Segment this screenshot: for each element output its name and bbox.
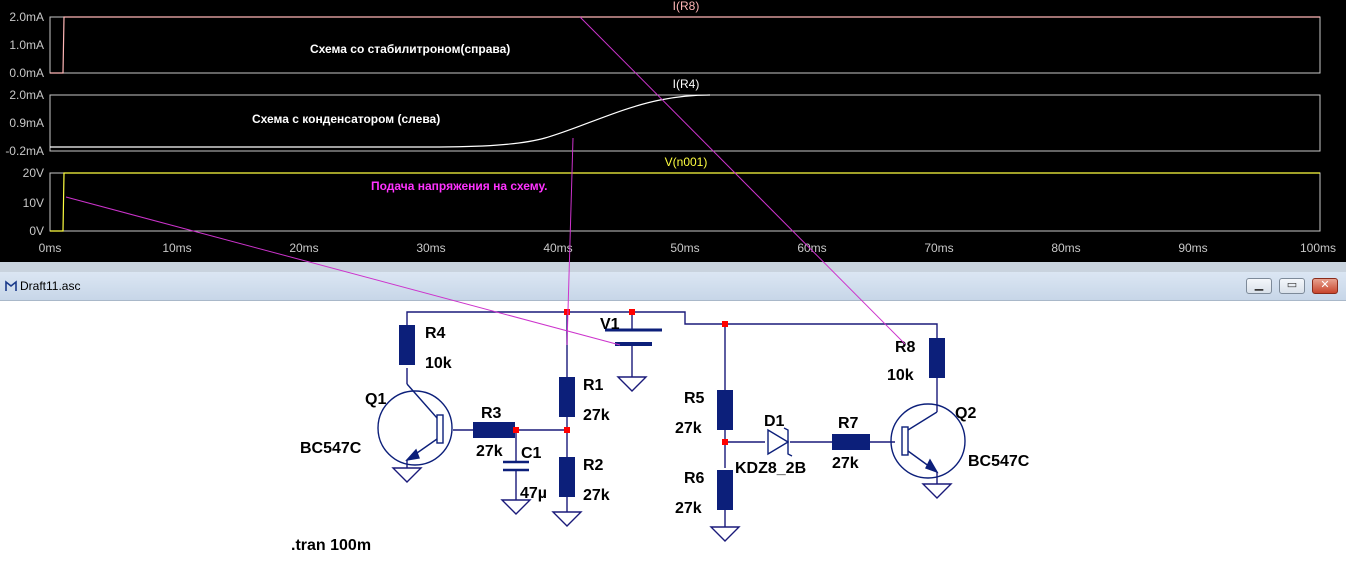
y-tick: 0.0mA <box>9 66 44 80</box>
transistor-q1[interactable] <box>377 383 453 466</box>
y-tick: 10V <box>23 196 44 210</box>
diode-d1[interactable] <box>767 427 793 457</box>
ground-icon <box>921 483 953 499</box>
capacitor-c1[interactable] <box>503 460 529 472</box>
x-tick: 30ms <box>416 241 445 255</box>
label-r8: R8 <box>895 339 916 356</box>
label-r4: R4 <box>425 325 446 342</box>
x-axis: 0ms 10ms 20ms 30ms 40ms 50ms 60ms 70ms 8… <box>39 241 1336 255</box>
label-v1: V1 <box>600 316 620 333</box>
x-tick: 50ms <box>670 241 699 255</box>
resistor-r2[interactable] <box>559 457 575 497</box>
pane-i-r8[interactable]: 2.0mA 1.0mA 0.0mA I(R8) Схема со стабили… <box>9 0 1321 80</box>
label-r2: R2 <box>583 457 604 474</box>
resistor-r7[interactable] <box>832 434 870 450</box>
trace-v-n001 <box>50 172 1320 232</box>
x-tick: 90ms <box>1178 241 1207 255</box>
label-d1: D1 <box>764 413 785 430</box>
y-tick: 0V <box>29 224 44 238</box>
trace-label-i-r8[interactable]: I(R8) <box>673 0 700 13</box>
y-tick: 1.0mA <box>9 38 44 52</box>
ground-icon <box>709 526 741 542</box>
x-tick: 0ms <box>39 241 62 255</box>
transistor-q2[interactable] <box>890 403 966 479</box>
window-separator <box>0 262 1346 272</box>
x-tick: 20ms <box>289 241 318 255</box>
ground-icon <box>616 376 648 392</box>
model-d1: KDZ8_2B <box>735 460 806 477</box>
label-r1: R1 <box>583 377 604 394</box>
trace-label-v-n001[interactable]: V(n001) <box>665 155 708 169</box>
ground-icon <box>391 467 423 483</box>
resistor-r4[interactable] <box>399 325 415 365</box>
value-c1: 47µ <box>520 485 547 502</box>
value-r2: 27k <box>583 487 610 504</box>
resistor-r6[interactable] <box>717 470 733 510</box>
x-tick: 70ms <box>924 241 953 255</box>
y-tick: -0.2mA <box>5 144 44 158</box>
spice-directive[interactable]: .tran 100m <box>291 537 371 554</box>
annotation-supply: Подача напряжения на схему. <box>371 179 547 193</box>
value-r7: 27k <box>832 455 859 472</box>
resistor-r1[interactable] <box>559 377 575 417</box>
annotation-capacitor: Схема с конденсатором (слева) <box>252 112 440 126</box>
trace-i-r8 <box>50 16 1320 74</box>
label-q1: Q1 <box>365 391 386 408</box>
x-tick: 40ms <box>543 241 572 255</box>
value-r4: 10k <box>425 355 452 372</box>
schematic-window[interactable]: Draft11.asc ▁ ▭ ✕ R4 10k Q1 BC547C R3 27… <box>0 272 1346 572</box>
x-tick: 100ms <box>1300 241 1336 255</box>
value-r6: 27k <box>675 500 702 517</box>
y-tick: 20V <box>23 166 44 180</box>
value-r8: 10k <box>887 367 914 384</box>
label-r5: R5 <box>684 390 705 407</box>
ground-icon <box>551 511 583 527</box>
schematic-canvas[interactable]: R4 10k Q1 BC547C R3 27k C1 47µ R1 27k R2… <box>0 272 1346 572</box>
annotation-zener: Схема со стабилитроном(справа) <box>310 42 510 56</box>
x-tick: 10ms <box>162 241 191 255</box>
waveform-svg: 2.0mA 1.0mA 0.0mA I(R8) Схема со стабили… <box>5 0 1336 255</box>
value-r3: 27k <box>476 443 503 460</box>
resistor-r3[interactable] <box>473 422 515 438</box>
label-q2: Q2 <box>955 405 976 422</box>
model-q1: BC547C <box>300 440 362 457</box>
value-r5: 27k <box>675 420 702 437</box>
label-r6: R6 <box>684 470 705 487</box>
y-tick: 2.0mA <box>9 10 44 24</box>
pane-v-n001[interactable]: 20V 10V 0V V(n001) Подача напряжения на … <box>23 155 1321 238</box>
value-r1: 27k <box>583 407 610 424</box>
model-q2: BC547C <box>968 453 1030 470</box>
label-r7: R7 <box>838 415 859 432</box>
x-tick: 80ms <box>1051 241 1080 255</box>
trace-label-i-r4[interactable]: I(R4) <box>673 77 700 91</box>
resistor-r5[interactable] <box>717 390 733 430</box>
pane-i-r4[interactable]: 2.0mA 0.9mA -0.2mA I(R4) Схема с конденс… <box>5 77 1321 158</box>
label-c1: C1 <box>521 445 542 462</box>
y-tick: 0.9mA <box>9 116 44 130</box>
y-tick: 2.0mA <box>9 88 44 102</box>
resistor-r8[interactable] <box>929 338 945 378</box>
ground-icon <box>500 499 532 515</box>
waveform-viewer[interactable]: 2.0mA 1.0mA 0.0mA I(R8) Схема со стабили… <box>0 0 1346 262</box>
x-tick: 60ms <box>797 241 826 255</box>
label-r3: R3 <box>481 405 502 422</box>
